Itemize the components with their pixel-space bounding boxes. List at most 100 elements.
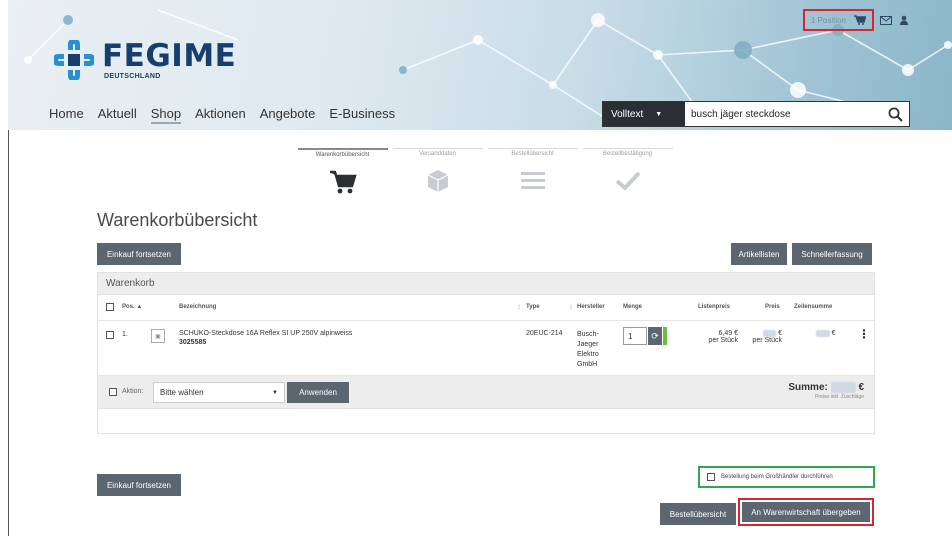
list-price-value: 6,49 € — [718, 330, 738, 337]
search-button[interactable] — [881, 102, 909, 126]
product-maker: Busch-Jaeger Elektro GmbH — [577, 331, 599, 368]
stock-indicator — [663, 327, 667, 345]
cart-position-indicator[interactable]: 1 Position — [802, 9, 874, 31]
column-name[interactable]: Bezeichnung — [179, 304, 216, 310]
step-label: Bestellbestätigung — [582, 148, 673, 157]
column-list-price: Listenpreis — [698, 304, 731, 310]
column-divider: ⋮ — [516, 305, 522, 311]
transfer-button-label: An Warenwirtschaft übergeben — [742, 502, 870, 522]
article-lists-button[interactable]: Artikellisten — [731, 243, 787, 265]
select-all-checkbox[interactable] — [106, 303, 114, 311]
nav-e-business[interactable]: E-Business — [329, 106, 395, 124]
step-warenkorb[interactable]: Warenkorbübersicht — [295, 148, 390, 196]
wholesaler-checkbox-label: Bestellung beim Großhändler durchführen — [721, 474, 833, 480]
line-total-cell: 0,00 € — [816, 330, 835, 337]
step-bestelluebersicht: Bestellübersicht — [485, 148, 580, 196]
column-pos[interactable]: Pos. ▲ — [122, 304, 142, 310]
action-label: Aktion: — [122, 388, 144, 395]
cart-icon — [329, 168, 357, 196]
list-icon — [520, 167, 545, 195]
product-type: 20EUC-214 — [526, 330, 563, 337]
mail-icon[interactable] — [880, 15, 892, 25]
cart-action-bar: Aktion: Bitte wählen ▼ Anwenden Summe: 0… — [98, 376, 874, 409]
checkout-steps: Warenkorbübersicht Versanddaten Bestellü… — [295, 148, 675, 196]
search-input[interactable] — [685, 102, 881, 126]
step-versanddaten: Versanddaten — [390, 148, 485, 196]
column-maker[interactable]: Hersteller — [577, 304, 605, 310]
main-nav: Home Aktuell Shop Aktionen Angebote E-Bu… — [49, 106, 395, 124]
nav-angebote[interactable]: Angebote — [260, 106, 316, 124]
action-select[interactable]: Bitte wählen ▼ — [153, 382, 285, 403]
quantity-control: 1 ⟳ — [623, 327, 667, 345]
column-line-total: Zeilensumme — [794, 304, 833, 310]
order-overview-button[interactable]: Bestellübersicht — [660, 503, 736, 525]
sort-up-icon: ▲ — [136, 304, 143, 310]
cart-position-count: 1 Position — [810, 15, 846, 25]
nav-aktionen[interactable]: Aktionen — [195, 106, 246, 124]
search-scope-label: Volltext — [611, 108, 644, 120]
column-type[interactable]: Type — [526, 304, 540, 310]
utility-bar: 1 Position — [802, 6, 910, 34]
apply-button[interactable]: Anwenden — [287, 382, 349, 403]
nav-aktuell[interactable]: Aktuell — [98, 106, 137, 124]
price-currency: € — [778, 330, 782, 337]
product-image-icon[interactable]: ▣ — [151, 329, 165, 343]
logo-wordmark: FEGIME — [102, 38, 237, 74]
column-price: Preis — [765, 304, 780, 310]
sum-hidden-amount: 00,00 — [830, 382, 856, 393]
more-options-icon[interactable]: ⋮ — [858, 327, 870, 341]
quick-entry-button[interactable]: Schnellerfassung — [792, 243, 872, 265]
price-unit: per Stück — [752, 337, 782, 344]
cart-table-header: Pos. ▲ Bezeichnung ⋮ Type ⋮ Hersteller M… — [98, 295, 874, 321]
list-price-cell: 6,49 € per Stück — [698, 330, 738, 344]
chevron-down-icon: ▼ — [272, 389, 278, 396]
page-border-line — [8, 130, 9, 536]
price-cell: 0,00 € per Stück — [746, 330, 782, 344]
continue-shopping-button-bottom[interactable]: Einkauf fortsetzen — [97, 474, 181, 496]
wholesaler-order-option[interactable]: Bestellung beim Großhändler durchführen — [698, 466, 875, 488]
logo-subtitle: DEUTSCHLAND — [104, 73, 161, 80]
action-checkbox[interactable] — [109, 388, 117, 396]
step-label: Versanddaten — [392, 148, 483, 157]
cart-panel: Warenkorb Pos. ▲ Bezeichnung ⋮ Type ⋮ He… — [97, 272, 875, 434]
line-total-hidden-amount: 0,00 — [816, 330, 830, 337]
continue-shopping-button[interactable]: Einkauf fortsetzen — [97, 243, 181, 265]
action-select-value: Bitte wählen — [160, 388, 204, 397]
sum-label: Summe: — [788, 382, 828, 393]
product-description: SCHUKO-Steckdose 16A Reflex SI UP 250V a… — [179, 330, 509, 346]
refresh-icon[interactable]: ⟳ — [648, 327, 662, 345]
nav-home[interactable]: Home — [49, 106, 84, 124]
step-label: Warenkorbübersicht — [297, 148, 388, 158]
search-icon — [888, 107, 903, 122]
chevron-down-icon: ▼ — [655, 110, 663, 118]
box-icon — [427, 167, 449, 195]
wholesaler-checkbox[interactable] — [707, 473, 715, 481]
cart-sum: Summe: 00,00 € Preise inkl. Zuschläge — [788, 382, 864, 400]
search-bar: Volltext ▼ — [602, 101, 910, 127]
column-qty: Menge — [623, 304, 643, 310]
sum-currency: € — [858, 382, 864, 393]
cart-panel-title: Warenkorb — [98, 273, 874, 295]
search-scope-select[interactable]: Volltext ▼ — [603, 102, 685, 126]
line-total-currency: € — [831, 330, 836, 337]
list-price-unit: per Stück — [708, 337, 738, 344]
step-bestellbestaetigung: Bestellbestätigung — [580, 148, 675, 196]
fegime-logo-icon — [54, 40, 94, 80]
checkmark-icon — [615, 167, 641, 195]
table-row: 1. ▣ SCHUKO-Steckdose 16A Reflex SI UP 2… — [98, 321, 874, 376]
step-label: Bestellübersicht — [487, 148, 578, 157]
product-name[interactable]: SCHUKO-Steckdose 16A Reflex SI UP 250V a… — [179, 330, 509, 337]
quantity-input[interactable]: 1 — [623, 327, 647, 345]
column-divider: ⋮ — [568, 305, 574, 311]
transfer-to-erp-button[interactable]: An Warenwirtschaft übergeben — [738, 498, 874, 526]
row-checkbox[interactable] — [106, 331, 114, 339]
nav-shop[interactable]: Shop — [150, 106, 182, 124]
fegime-logo[interactable]: FEGIME DEUTSCHLAND — [54, 40, 236, 80]
product-article-number: 3025585 — [179, 339, 207, 346]
sum-note: Preise inkl. Zuschläge — [815, 394, 864, 400]
page-title: Warenkorbübersicht — [97, 210, 258, 230]
cart-icon[interactable] — [854, 15, 866, 25]
price-hidden-amount: 0,00 — [762, 330, 777, 337]
user-icon[interactable] — [898, 15, 910, 25]
site-header: 1 Position FEGIME DEUTSCHLAND Home Aktue… — [8, 0, 952, 130]
